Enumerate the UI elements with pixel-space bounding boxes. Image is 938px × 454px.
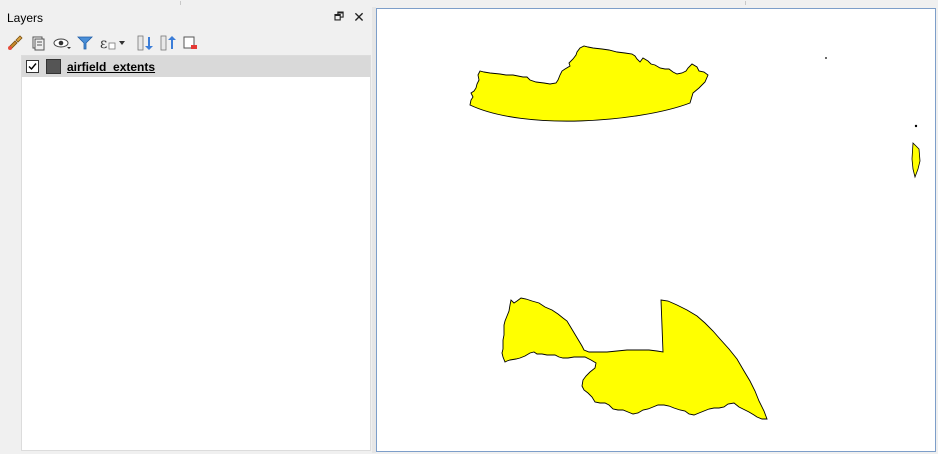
map-canvas[interactable] bbox=[376, 8, 936, 452]
close-icon[interactable]: ✕ bbox=[351, 9, 367, 25]
panel-title: Layers bbox=[7, 11, 44, 25]
airfield-feature-3[interactable] bbox=[501, 297, 768, 420]
layer-tree: airfield_extents bbox=[21, 55, 371, 451]
collapse-all-icon[interactable] bbox=[157, 33, 177, 53]
layer-row[interactable]: airfield_extents bbox=[22, 56, 370, 77]
qgis-window: Layers 🗗 ✕ ε airfield_extents bbox=[0, 0, 938, 454]
expression-filter-icon[interactable]: ε bbox=[98, 33, 128, 53]
add-group-icon[interactable] bbox=[28, 33, 48, 53]
layer-visibility-checkbox[interactable] bbox=[26, 60, 39, 73]
remove-layer-icon[interactable] bbox=[180, 33, 200, 53]
layer-symbol-swatch bbox=[46, 59, 61, 74]
visibility-icon[interactable] bbox=[52, 33, 72, 53]
layers-panel-titlebar: Layers 🗗 ✕ bbox=[1, 7, 372, 28]
restore-icon[interactable]: 🗗 bbox=[331, 9, 347, 25]
map-features bbox=[469, 45, 921, 420]
style-manager-icon[interactable] bbox=[5, 33, 25, 53]
filter-legend-icon[interactable] bbox=[75, 33, 95, 53]
expand-all-icon[interactable] bbox=[134, 33, 154, 53]
airfield-feature-2[interactable] bbox=[911, 142, 921, 179]
layers-toolbar: ε bbox=[1, 30, 372, 56]
airfield-feature-1[interactable] bbox=[469, 45, 709, 122]
top-toolbar-strip bbox=[0, 0, 938, 7]
layer-name[interactable]: airfield_extents bbox=[67, 60, 155, 74]
layers-panel: Layers 🗗 ✕ ε airfield_extents bbox=[1, 7, 372, 453]
svg-text:ε: ε bbox=[100, 36, 107, 52]
